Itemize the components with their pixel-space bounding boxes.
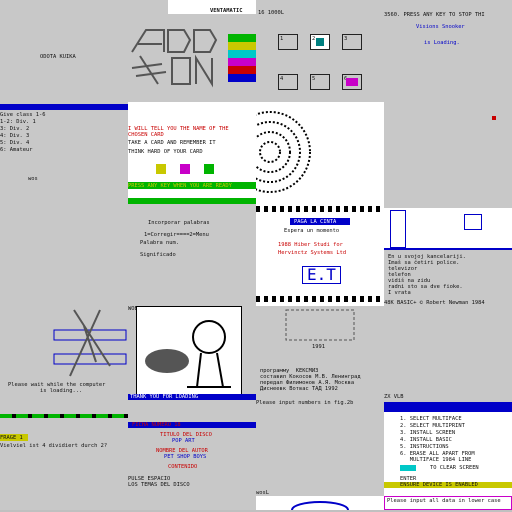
question-number: FRAGE 1 [0, 435, 23, 441]
header-bar [0, 104, 128, 110]
menu-item[interactable]: 2. SELECT MULTIPRINT [400, 423, 465, 429]
tile-footer-2: LOS TEMAS DEL DISCO [128, 482, 190, 488]
top-border [256, 206, 384, 212]
cursor-dot [492, 116, 496, 120]
option-line: 4: Div. 3 [0, 133, 30, 139]
enter-key[interactable]: ENTER [400, 465, 417, 482]
tile-russian: 1991 программу КЕКСМИЗ составил Кокосов … [256, 306, 384, 408]
field-label: CONTENIDO [168, 464, 198, 470]
tile-multiface-menu: 1. SELECT MULTIFACE 2. SELECT MULTIPRINT… [384, 408, 512, 510]
record-header: FICHA NUMERO 18 [132, 422, 181, 428]
option-line: 1-2: Div. 1 [0, 119, 36, 125]
spiral-pattern [256, 111, 311, 193]
slot-4[interactable]: 4 [278, 74, 298, 90]
game-title: Visions Snooker [416, 24, 465, 30]
tile-office: En u svojoj kancelariji. Imaš sa četiri … [384, 204, 512, 306]
et-logo: E.T [302, 266, 341, 284]
tile-header-only: ZX VLB [384, 306, 512, 408]
header-text: PAGA LA CINTA [294, 219, 337, 225]
field-value: POP ART [172, 438, 195, 444]
year: 1991 [312, 344, 325, 350]
tile-spiral [256, 102, 384, 204]
card-icon [204, 164, 214, 174]
screenshot-grid: ODOTA KUIKA VENTAMATIC 16 1000L 1 2 3 4 … [0, 0, 512, 512]
slot-2[interactable]: 2 [310, 34, 330, 50]
door [390, 210, 406, 248]
oval-logo [291, 501, 349, 510]
text-line: THINK HARD OF YOUR CARD [128, 149, 203, 155]
menu-item[interactable]: 5. INSTRUCTIONS [400, 444, 449, 450]
input-prompt: Please input all data in lower case [387, 498, 501, 504]
tile-header: ZX VLB [384, 394, 404, 400]
question-text: Vielviel ist 4 dividiert durch 2? [0, 443, 108, 449]
option-line: 5: Div. 4 [0, 140, 30, 146]
menu-item[interactable]: 3. INSTALL SCREEN [400, 430, 455, 436]
warning-text: ENSURE DEVICE IS ENABLED [400, 482, 478, 488]
wait-text: Espera un momento [284, 228, 340, 234]
input-box[interactable]: Please input all data in lower case [384, 496, 512, 510]
loading-text: is Loading. [424, 40, 460, 46]
word-number-label: Palabra num. [140, 240, 179, 246]
menu-item[interactable]: 1. SELECT MULTIFACE [400, 416, 462, 422]
option-line: 6: Amateur [0, 147, 33, 153]
card-icon [180, 164, 190, 174]
class-prompt: Give class 1-6 [0, 112, 46, 118]
tile-class-select: Give class 1-6 1-2: Div. 1 3: Div. 2 4: … [0, 102, 128, 204]
room-picture [384, 208, 512, 250]
tile-footer: wos [28, 176, 38, 182]
bottom-border [256, 296, 384, 302]
credit-line: 1988 Hiber Studi for [278, 242, 343, 248]
menu-line: 1=Corregir====2=Menu [144, 232, 209, 238]
tile-et: PAGA LA CINTA Espera un momento 1988 Hib… [256, 204, 384, 306]
slot-3[interactable]: 3 [342, 34, 362, 50]
credit-line: Диснеевк Вотвас ТАД 1992 [260, 386, 338, 392]
tile-loading: Please wait while the computer is loadin… [0, 306, 128, 408]
input-prompt: Please input numbers in fig.2b [256, 400, 354, 406]
tile-header: 16 1000L [258, 10, 284, 16]
slot-6[interactable]: 6 [342, 74, 362, 90]
tile-slots: 16 1000L 1 2 3 4 5 6 [256, 0, 384, 102]
menu-item[interactable]: 4. INSTALL BASIC [400, 437, 452, 443]
tile-word-entry: Incorporar palabras 1=Corregir====2=Menu… [128, 204, 256, 306]
tile-blank [0, 204, 128, 306]
loading-text-2: is loading... [40, 388, 83, 394]
room-text-line: I vrata [388, 290, 411, 296]
field-value: PET SHOP BOYS [164, 454, 207, 460]
tile-card-trick: I WILL TELL YOU THE NAME OF THE CHOSEN C… [128, 102, 256, 204]
top-bar [0, 414, 128, 418]
menu-item[interactable]: MULTIFACE 1984 LINE [400, 457, 472, 463]
caption: THANK YOU FOR LOADING [130, 394, 199, 400]
add-on-logo [131, 29, 256, 88]
screen-title: Incorporar palabras [148, 220, 210, 226]
credit-line: Hervinctz Systems Ltd [278, 250, 347, 256]
tile-snooker: 3560. PRESS ANY KEY TO STOP THI Visions … [384, 0, 512, 102]
tile-add-on: VENTAMATIC [128, 0, 256, 102]
tile-odota: ODOTA KUIKA [0, 0, 128, 102]
option-line: 3: Div. 2 [0, 126, 30, 132]
header-bar [384, 408, 512, 412]
status-line: 3560. PRESS ANY KEY TO STOP THI [384, 12, 485, 18]
window [464, 214, 482, 230]
tile-frage: FRAGE 1 Vielviel ist 4 dividiert durch 2… [0, 408, 128, 510]
tile-footer: PRESS ANY KEY WHEN YOU ARE READY [128, 183, 232, 189]
enter-hint: TO CLEAR SCREEN [430, 465, 479, 471]
slot-5[interactable]: 5 [310, 74, 330, 90]
text-line: CHOSEN CARD [128, 132, 164, 138]
tile-blank [384, 102, 512, 204]
tile-turtle: WOBO THANK YOU FOR LOADING [128, 306, 256, 408]
illustration [136, 306, 242, 398]
slot-1[interactable]: 1 [278, 34, 298, 50]
tile-ficha: FICHA NUMERO 18 TITULO DEL DISCO POP ART… [128, 408, 256, 510]
matrix-graphic [285, 309, 355, 341]
tile-wosl: wosL [256, 408, 384, 510]
tile-caption: ODOTA KUIKA [40, 54, 76, 60]
meaning-label: Significado [140, 252, 176, 258]
card-icon [156, 164, 166, 174]
text-line: TAKE A CARD AND REMEMBER IT [128, 140, 216, 146]
